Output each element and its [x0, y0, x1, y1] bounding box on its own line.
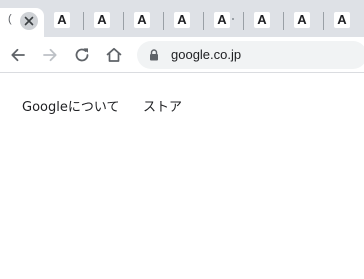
tab-active[interactable]: ( — [0, 8, 44, 37]
url-text[interactable]: google.co.jp — [171, 47, 241, 62]
tab-inactive[interactable]: A — [204, 8, 244, 37]
tab-favicon: A — [294, 12, 310, 28]
tab-favicon: A — [334, 12, 350, 28]
tab-inactive[interactable]: A — [84, 8, 124, 37]
tab-inactive[interactable]: A — [124, 8, 164, 37]
arrow-left-icon — [11, 48, 25, 62]
browser-toolbar: google.co.jp — [0, 37, 364, 73]
tab-inactive[interactable]: A — [244, 8, 284, 37]
tab-favicon: A — [254, 12, 270, 28]
tab-strip: ( A A A A A A A A — [0, 0, 364, 37]
tab-inactive[interactable]: A — [44, 8, 84, 37]
reload-button[interactable] — [72, 45, 92, 65]
tab-inactive[interactable]: A — [164, 8, 204, 37]
tab-favicon: A — [54, 12, 70, 28]
tab-favicon: A — [134, 12, 150, 28]
tab-inactive[interactable]: A — [284, 8, 324, 37]
tab-favicon: A — [214, 12, 230, 28]
address-bar[interactable]: google.co.jp — [137, 41, 364, 69]
tab-favicon: A — [174, 12, 190, 28]
close-icon — [24, 16, 34, 26]
page-content: Googleについて ストア — [0, 74, 364, 279]
forward-button[interactable] — [40, 45, 60, 65]
tab-close-button[interactable] — [20, 12, 38, 30]
arrow-right-icon — [43, 48, 57, 62]
tab-title: ( — [8, 13, 12, 25]
tab-favicon: A — [94, 12, 110, 28]
about-google-link[interactable]: Googleについて — [22, 96, 119, 115]
home-icon — [106, 47, 122, 62]
lock-icon[interactable] — [149, 49, 159, 61]
store-link[interactable]: ストア — [143, 96, 182, 115]
tab-loading-indicator — [232, 18, 234, 20]
home-button[interactable] — [104, 45, 124, 65]
back-button[interactable] — [8, 45, 28, 65]
reload-icon — [75, 48, 89, 62]
tab-inactive[interactable]: A — [324, 8, 364, 37]
